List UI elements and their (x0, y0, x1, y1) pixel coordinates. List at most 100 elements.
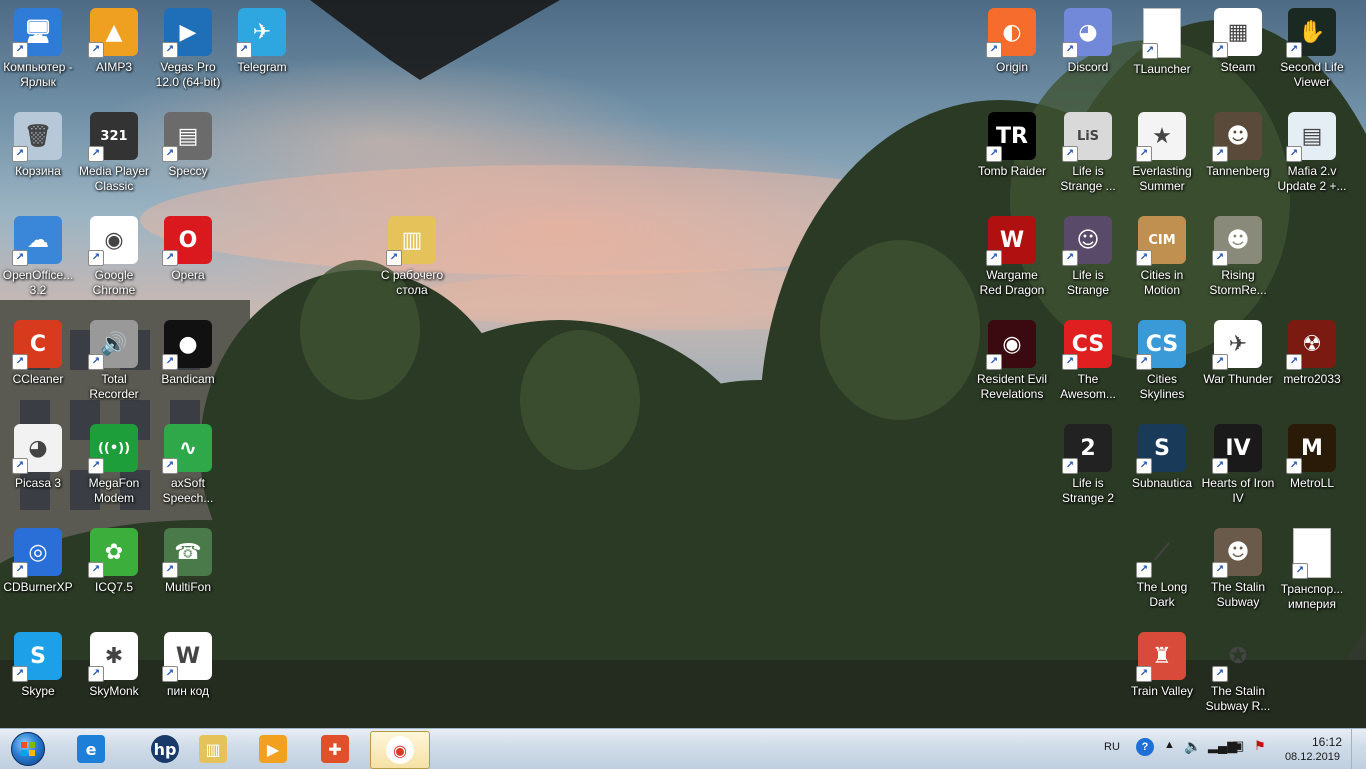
desktop-shortcut[interactable]: ((•)) ↗ MegaFon Modem (76, 416, 152, 506)
hearts-of-iron-icon: IV ↗ (1212, 424, 1262, 474)
desktop-shortcut[interactable]: ▦ ↗ Steam (1200, 0, 1276, 75)
shortcut-arrow-icon: ↗ (1212, 666, 1228, 682)
desktop-shortcut[interactable]: S ↗ Subnautica (1124, 416, 1200, 491)
desktop-shortcut-label: Opera (171, 268, 205, 282)
desktop-shortcut[interactable]: ▤ ↗ Mafia 2.v Update 2 +... (1274, 104, 1350, 194)
desktop-shortcut-label: War Thunder (1203, 372, 1273, 386)
desktop-shortcut-label: CDBurnerXP (3, 580, 73, 594)
desktop-shortcut[interactable]: S ↗ Skype (0, 624, 76, 699)
desktop-shortcut[interactable]: ☢ ↗ metro2033 (1274, 312, 1350, 387)
desktop-shortcut[interactable]: ◎ ↗ CDBurnerXP (0, 520, 76, 595)
discord-icon: ◕ ↗ (1062, 8, 1112, 58)
desktop-shortcut[interactable]: ☻ ↗ The Stalin Subway (1200, 520, 1276, 610)
show-hidden-icons-icon[interactable]: ▲ (1164, 739, 1175, 751)
desktop-shortcut[interactable]: ● ↗ Bandicam (150, 312, 226, 387)
desktop-shortcut-label: Everlasting Summer (1132, 164, 1192, 193)
desktop-shortcut[interactable]: W ↗ пин код (150, 624, 226, 699)
desktop-shortcut[interactable]: IV ↗ Hearts of Iron IV (1200, 416, 1276, 506)
windows-logo-icon (11, 732, 45, 766)
show-desktop-button[interactable] (1351, 729, 1366, 769)
desktop-shortcut[interactable]: LiS ↗ Life is Strange ... (1050, 104, 1126, 194)
desktop-shortcut-label: Discord (1067, 60, 1109, 74)
desktop-shortcut[interactable]: ◉ ↗ Resident Evil Revelations (974, 312, 1050, 402)
desktop-shortcut[interactable]: 🔊 ↗ Total Recorder (76, 312, 152, 402)
desktop-shortcut[interactable]: ∿ ↗ axSoft Speech... (150, 416, 226, 506)
shortcut-arrow-icon: ↗ (1142, 43, 1158, 59)
shortcut-arrow-icon: ↗ (88, 42, 104, 58)
desktop-shortcut[interactable]: CS ↗ The Awesom... (1050, 312, 1126, 402)
aimp-icon: ▲ ↗ (88, 8, 138, 58)
mafia-icon: ▤ ↗ (1286, 112, 1336, 162)
taskbar-button[interactable]: ✚ (306, 731, 364, 767)
desktop-shortcut[interactable]: TR ↗ Tomb Raider (974, 104, 1050, 179)
help-icon[interactable]: ? (1136, 738, 1154, 756)
desktop-shortcut[interactable]: ☻ ↗ Rising StormRe... (1200, 208, 1276, 298)
action-center-icon[interactable]: ⚑ (1254, 738, 1266, 754)
desktop-shortcut[interactable]: ✋ ↗ Second Life Viewer (1274, 0, 1350, 90)
desktop-shortcut[interactable]: W ↗ Wargame Red Dragon (974, 208, 1050, 298)
device-icon[interactable]: ▣ (1232, 738, 1244, 754)
desktop-shortcut[interactable]: 🗑 ↗ Корзина (0, 104, 76, 179)
cities-in-motion-icon: CIM ↗ (1136, 216, 1186, 266)
system-tray: RU ? ▲ 🔈 ▂▄▆ ▣ ⚑ 16:12 08.12.2019 (1086, 729, 1366, 769)
second-life-icon: ✋ ↗ (1286, 8, 1336, 58)
desktop-shortcut[interactable]: ☎ ↗ MultiFon (150, 520, 226, 595)
hp-icon: hp (151, 735, 179, 763)
desktop-shortcut[interactable]: ✈ ↗ Telegram (224, 0, 300, 75)
shortcut-arrow-icon: ↗ (1212, 562, 1228, 578)
the-long-dark-icon: ⟋ ↗ (1136, 528, 1186, 578)
clock-time[interactable]: 16:12 (1312, 735, 1342, 749)
volume-icon[interactable]: 🔈 (1184, 738, 1201, 755)
resident-evil-icon: ◉ ↗ (986, 320, 1036, 370)
language-indicator[interactable]: RU (1104, 741, 1120, 753)
desktop-shortcut-label: Telegram (237, 60, 287, 74)
desktop-shortcut[interactable]: ▤ ↗ Speccy (150, 104, 226, 179)
desktop-shortcut[interactable]: ✱ ↗ SkyMonk (76, 624, 152, 699)
shortcut-arrow-icon: ↗ (1286, 354, 1302, 370)
internet-explorer-icon: e (77, 735, 105, 763)
desktop-shortcut[interactable]: CS ↗ Cities Skylines (1124, 312, 1200, 402)
clock-date[interactable]: 08.12.2019 (1285, 751, 1340, 763)
desktop-shortcut[interactable]: 🖥 ↗ Компьютер - Ярлык (0, 0, 76, 90)
desktop-shortcut-label: Tannenberg (1206, 164, 1270, 178)
desktop-shortcut-label: Компьютер - Ярлык (3, 60, 73, 89)
everlasting-summer-icon: ★ ↗ (1136, 112, 1186, 162)
desktop-shortcut-label: Second Life Viewer (1280, 60, 1344, 89)
desktop-shortcut[interactable]: ⟋ ↗ The Long Dark (1124, 520, 1200, 610)
shortcut-arrow-icon: ↗ (12, 354, 28, 370)
desktop-shortcut[interactable]: ♜ ↗ Train Valley (1124, 624, 1200, 699)
desktop-shortcut[interactable]: C ↗ CCleaner (0, 312, 76, 387)
taskbar-button[interactable]: ▶ (244, 731, 302, 767)
desktop-shortcut[interactable]: ◕ ↗ Discord (1050, 0, 1126, 75)
desktop-shortcut[interactable]: CIM ↗ Cities in Motion (1124, 208, 1200, 298)
desktop-shortcut[interactable]: ◐ ↗ Origin (974, 0, 1050, 75)
desktop-shortcut[interactable]: ✿ ↗ ICQ7.5 (76, 520, 152, 595)
desktop-shortcut-label: С рабочего стола (380, 268, 444, 297)
shortcut-arrow-icon: ↗ (12, 666, 28, 682)
desktop-shortcut[interactable]: 321 ↗ Media Player Classic (76, 104, 152, 194)
taskbar-button[interactable]: e (62, 731, 120, 767)
desktop-shortcut[interactable]: ◕ ↗ Picasa 3 (0, 416, 76, 491)
shortcut-arrow-icon: ↗ (986, 42, 1002, 58)
desktop-shortcut[interactable]: ↗ TLauncher (1124, 0, 1200, 77)
desktop-shortcut[interactable]: ✈ ↗ War Thunder (1200, 312, 1276, 387)
desktop-shortcut[interactable]: M ↗ MetroLL (1274, 416, 1350, 491)
cdburner-icon: ◎ ↗ (12, 528, 62, 578)
desktop-shortcut[interactable]: ☻ ↗ Tannenberg (1200, 104, 1276, 179)
start-button[interactable] (4, 731, 52, 767)
desktop-shortcut[interactable]: ◉ ↗ Google Chrome (76, 208, 152, 298)
taskbar-button[interactable]: ◉ (370, 731, 430, 769)
desktop-shortcut[interactable]: ★ ↗ Everlasting Summer (1124, 104, 1200, 194)
desktop-shortcut[interactable]: O ↗ Opera (150, 208, 226, 283)
desktop-shortcut[interactable]: ▶ ↗ Vegas Pro 12.0 (64-bit) (150, 0, 226, 90)
desktop-shortcut[interactable]: ▥ ↗ С рабочего стола (374, 208, 450, 298)
desktop-shortcut[interactable]: ↗ Транспор... империя (1274, 520, 1350, 612)
desktop-shortcut[interactable]: ☁ ↗ OpenOffice... 3.2 (0, 208, 76, 298)
shortcut-arrow-icon: ↗ (162, 562, 178, 578)
desktop-shortcut[interactable]: ✪ ↗ The Stalin Subway R... (1200, 624, 1276, 714)
skype-icon: S ↗ (12, 632, 62, 682)
desktop-shortcut[interactable]: ▲ ↗ AIMP3 (76, 0, 152, 75)
desktop-shortcut[interactable]: ☺ ↗ Life is Strange (1050, 208, 1126, 298)
desktop-shortcut[interactable]: 2 ↗ Life is Strange 2 (1050, 416, 1126, 506)
taskbar-button[interactable]: ▥ (184, 731, 242, 767)
